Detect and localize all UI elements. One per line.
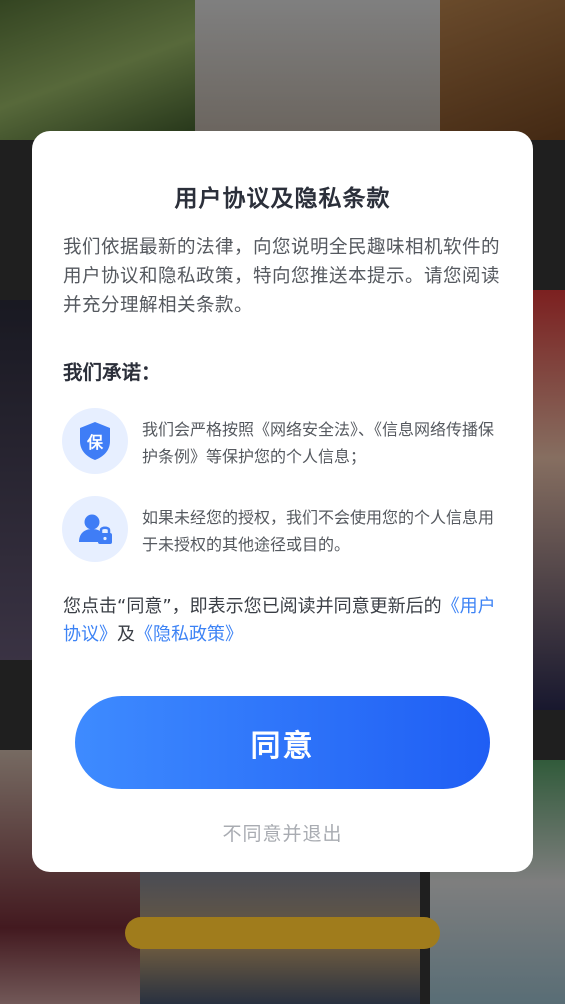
consent-and: 及: [117, 624, 135, 645]
consent-prefix: 您点击“同意”，即表示您已阅读并同意更新后的: [63, 596, 442, 617]
shield-icon-glyph: 保: [86, 433, 104, 452]
dialog-title: 用户协议及隐私条款: [174, 186, 391, 212]
privacy-dialog: 用户协议及隐私条款 我们依据最新的法律，向您说明全民趣味相机软件的用户协议和隐私…: [32, 131, 533, 872]
shield-icon: 保: [62, 408, 128, 474]
promise-text: 如果未经您的授权，我们不会使用您的个人信息用于未授权的其他途径或目的。: [142, 508, 495, 554]
consent-text: 您点击“同意”，即表示您已阅读并同意更新后的《用户协议》及《隐私政策》: [63, 593, 502, 649]
privacy-policy-link[interactable]: 《隐私政策》: [135, 624, 243, 645]
dialog-intro-text: 我们依据最新的法律，向您说明全民趣味相机软件的用户协议和隐私政策，特向您推送本提…: [63, 237, 501, 316]
background-button: [125, 917, 440, 949]
promise-heading: 我们承诺：: [63, 361, 161, 384]
promise-text: 我们会严格按照《网络安全法》、《信息网络传播保护条例》等保护您的个人信息；: [142, 420, 495, 466]
disagree-exit-button[interactable]: 不同意并退出: [32, 819, 533, 846]
agree-button[interactable]: 同意: [75, 696, 490, 789]
user-lock-icon: [62, 496, 128, 562]
